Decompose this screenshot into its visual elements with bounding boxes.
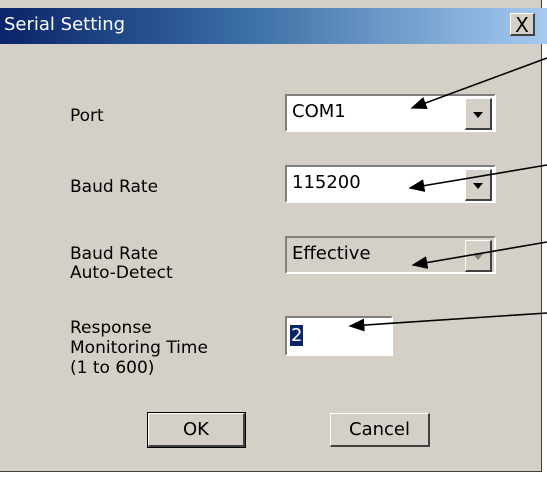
port-value: COM1 bbox=[292, 101, 346, 122]
port-select[interactable]: COM1 bbox=[285, 94, 496, 132]
auto-detect-value: Effective bbox=[292, 243, 371, 264]
auto-detect-select[interactable]: Effective bbox=[285, 236, 496, 274]
baud-rate-value: 115200 bbox=[292, 172, 361, 193]
ok-button[interactable]: OK bbox=[147, 412, 246, 448]
baud-rate-label: Baud Rate bbox=[70, 177, 159, 197]
response-time-value: 2 bbox=[290, 325, 304, 346]
auto-detect-label-line2: Auto-Detect bbox=[70, 263, 173, 283]
window-title: Serial Setting bbox=[4, 14, 126, 35]
title-bar: Serial Setting X bbox=[0, 8, 547, 44]
port-dropdown-button[interactable] bbox=[465, 98, 492, 130]
chevron-down-icon bbox=[473, 183, 483, 189]
auto-detect-dropdown-button[interactable] bbox=[465, 240, 492, 272]
chevron-down-icon bbox=[473, 254, 483, 260]
response-label-line2: Monitoring Time bbox=[70, 338, 208, 358]
baud-rate-select[interactable]: 115200 bbox=[285, 165, 496, 203]
response-label-line1: Response bbox=[70, 318, 152, 338]
chevron-down-icon bbox=[473, 112, 483, 118]
response-time-input[interactable]: 2 bbox=[285, 316, 393, 356]
port-label: Port bbox=[70, 106, 104, 126]
auto-detect-label-line1: Baud Rate bbox=[70, 244, 159, 264]
cancel-button[interactable]: Cancel bbox=[330, 413, 430, 447]
baud-rate-dropdown-button[interactable] bbox=[465, 169, 492, 201]
serial-setting-dialog: Serial Setting X Port COM1 Baud Rate 115… bbox=[0, 0, 547, 472]
response-time-selected-text: 2 bbox=[290, 325, 304, 346]
response-label-line3: (1 to 600) bbox=[70, 358, 155, 378]
close-button[interactable]: X bbox=[510, 13, 535, 36]
close-icon: X bbox=[515, 13, 529, 37]
